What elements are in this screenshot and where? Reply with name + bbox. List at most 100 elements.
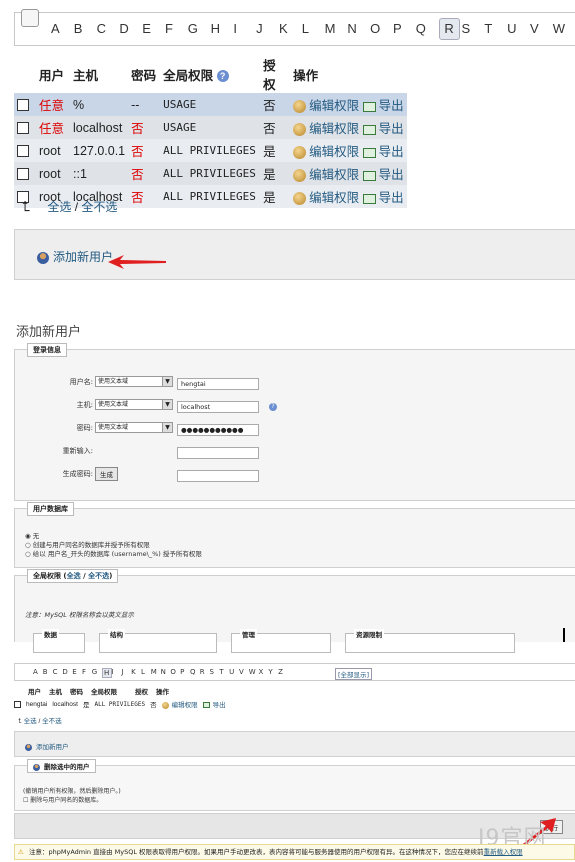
initial-letter-w[interactable]: W [553, 21, 575, 40]
initial-letter-q[interactable]: Q [416, 21, 439, 40]
edit-privileges-link[interactable]: 编辑权限 [293, 168, 359, 183]
initial-letter-s[interactable]: S [462, 21, 485, 40]
initial-letter-h[interactable]: H [211, 21, 234, 40]
initial-letter-o[interactable]: O [370, 21, 393, 40]
generated-password-input[interactable] [177, 470, 259, 482]
reload-privileges-link[interactable]: 重新载入权限 [484, 848, 523, 856]
bottom-initial-letter-r[interactable]: R [200, 668, 210, 678]
table-row: root 127.0.0.1 否 ALL PRIVILEGES 是编辑权限 导出 [14, 139, 407, 162]
initial-letter-m[interactable]: M [325, 21, 348, 40]
initial-letter-i[interactable]: I [233, 21, 256, 40]
initial-letter-b[interactable]: B [74, 21, 97, 40]
global-select-all-link[interactable]: 全选 [67, 572, 81, 580]
help-icon[interactable]: ? [216, 70, 229, 83]
bottom-initial-letter-o[interactable]: O [170, 668, 180, 678]
host-mode-select[interactable]: 使用文本域 ▼ [95, 399, 173, 410]
bottom-initial-letter-h[interactable]: H [101, 668, 112, 678]
bottom-initial-letter-z[interactable]: Z [278, 668, 288, 678]
delete-users-legend: 删除选中的用户 [27, 759, 96, 773]
bottom-row-checkbox[interactable] [14, 700, 21, 708]
row-checkbox[interactable] [17, 99, 29, 112]
password-mode-select[interactable]: 使用文本域 ▼ [95, 422, 173, 433]
bottom-edit-privileges-link[interactable]: 编辑权限 [161, 699, 198, 709]
export-link[interactable]: 导出 [362, 191, 404, 205]
add-user-link[interactable]: 添加新用户 [37, 248, 113, 265]
global-select-none-link[interactable]: 全不选 [88, 572, 109, 580]
edit-privileges-link[interactable]: 编辑权限 [293, 99, 359, 114]
bottom-initial-letter-e[interactable]: E [72, 668, 82, 678]
bottom-initial-letter-n[interactable]: N [161, 668, 171, 678]
username-mode-value: 使用文本域 [98, 378, 129, 385]
bottom-row-password: 是 [82, 702, 90, 709]
initial-letter-t[interactable]: T [484, 21, 507, 40]
select-all-link[interactable]: 全选 [47, 200, 71, 214]
edit-icon [293, 192, 307, 206]
initial-letter-j[interactable]: J [256, 21, 279, 40]
initial-letter-c[interactable]: C [97, 21, 120, 40]
bottom-initial-letter-g[interactable]: G [92, 668, 102, 678]
bottom-initial-letter-c[interactable]: C [53, 668, 63, 678]
initial-letter-d[interactable]: D [119, 21, 142, 40]
bottom-initial-letter-t[interactable]: T [219, 668, 229, 678]
export-link[interactable]: 导出 [362, 122, 404, 136]
initial-letter-p[interactable]: P [393, 21, 416, 40]
bottom-initial-letter-i[interactable]: I [112, 668, 122, 678]
edit-privileges-link[interactable]: 编辑权限 [293, 191, 359, 206]
bottom-initial-letter-x[interactable]: X [259, 668, 269, 678]
bottom-initial-letter-a[interactable]: A [33, 668, 43, 678]
row-checkbox[interactable] [17, 145, 29, 158]
bottom-initial-letter-u[interactable]: U [229, 668, 239, 678]
add-user-panel: 添加新用户 [14, 229, 575, 280]
bottom-initial-letter-v[interactable]: V [239, 668, 249, 678]
row-host: localhost [70, 116, 129, 139]
initial-letter-v[interactable]: V [530, 21, 553, 40]
bottom-initial-letter-w[interactable]: W [249, 668, 259, 678]
bottom-initial-letter-m[interactable]: M [151, 668, 161, 678]
delete-db-option[interactable]: ☐ 删除与用户同名的数据库。 [23, 795, 102, 804]
password-input[interactable]: ●●●●●●●●●●● [177, 424, 259, 436]
bottom-initial-letter-j[interactable]: J [121, 668, 131, 678]
edit-privileges-link[interactable]: 编辑权限 [293, 145, 359, 160]
bottom-initial-letter-f[interactable]: F [82, 668, 92, 678]
initial-letter-f[interactable]: F [165, 21, 188, 40]
bottom-initial-letter-y[interactable]: Y [268, 668, 278, 678]
username-input[interactable]: hengtai [177, 378, 259, 390]
select-none-link[interactable]: 全不选 [81, 200, 117, 214]
export-link[interactable]: 导出 [362, 145, 404, 159]
initial-letter-a[interactable]: A [51, 21, 74, 40]
bottom-initial-letter-b[interactable]: B [43, 668, 53, 678]
show-all-link[interactable]: [全部显示] [335, 668, 373, 680]
generate-password-button[interactable]: 生成 [95, 467, 118, 481]
bottom-select-none-link[interactable]: 全不选 [42, 718, 62, 725]
reenter-password-input[interactable] [177, 447, 259, 459]
initial-letter-e[interactable]: E [142, 21, 165, 40]
export-link[interactable]: 导出 [362, 99, 404, 113]
initial-letter-l[interactable]: L [302, 21, 325, 40]
username-mode-select[interactable]: 使用文本域 ▼ [95, 376, 173, 387]
bottom-select-all-link[interactable]: 全选 [24, 718, 37, 725]
initial-letter-n[interactable]: N [347, 21, 370, 40]
bottom-initial-letter-l[interactable]: L [141, 668, 151, 678]
bottom-initial-letter-d[interactable]: D [62, 668, 72, 678]
bottom-export-link[interactable]: 导出 [202, 699, 226, 709]
host-input[interactable]: localhost [177, 401, 259, 413]
export-link[interactable]: 导出 [362, 168, 404, 182]
row-checkbox[interactable] [17, 168, 29, 181]
db-option-wildcard[interactable]: ○ 给以 用户名_开头的数据库 (username\_%) 授予所有权限 [25, 548, 202, 558]
bottom-initial-letter-q[interactable]: Q [190, 668, 200, 678]
initial-letter-u[interactable]: U [507, 21, 530, 40]
host-help-icon[interactable]: ? [269, 403, 277, 411]
edit-privileges-link[interactable]: 编辑权限 [293, 122, 359, 137]
row-checkbox[interactable] [17, 122, 29, 135]
initial-letter-g[interactable]: G [188, 21, 211, 40]
row-host: 127.0.0.1 [70, 139, 129, 162]
bottom-initial-letter-p[interactable]: P [180, 668, 190, 678]
host-mode-value: 使用文本域 [98, 401, 129, 408]
table-row: 任意% -- USAGE 否编辑权限 导出 [14, 93, 407, 116]
bottom-initial-letter-s[interactable]: S [210, 668, 220, 678]
row-privileges: USAGE [160, 93, 261, 116]
bottom-initial-letter-k[interactable]: K [131, 668, 141, 678]
initial-letter-r[interactable]: R [438, 18, 460, 40]
initial-letter-k[interactable]: K [279, 21, 302, 40]
bottom-add-user-link[interactable]: 添加新用户 [25, 741, 69, 751]
